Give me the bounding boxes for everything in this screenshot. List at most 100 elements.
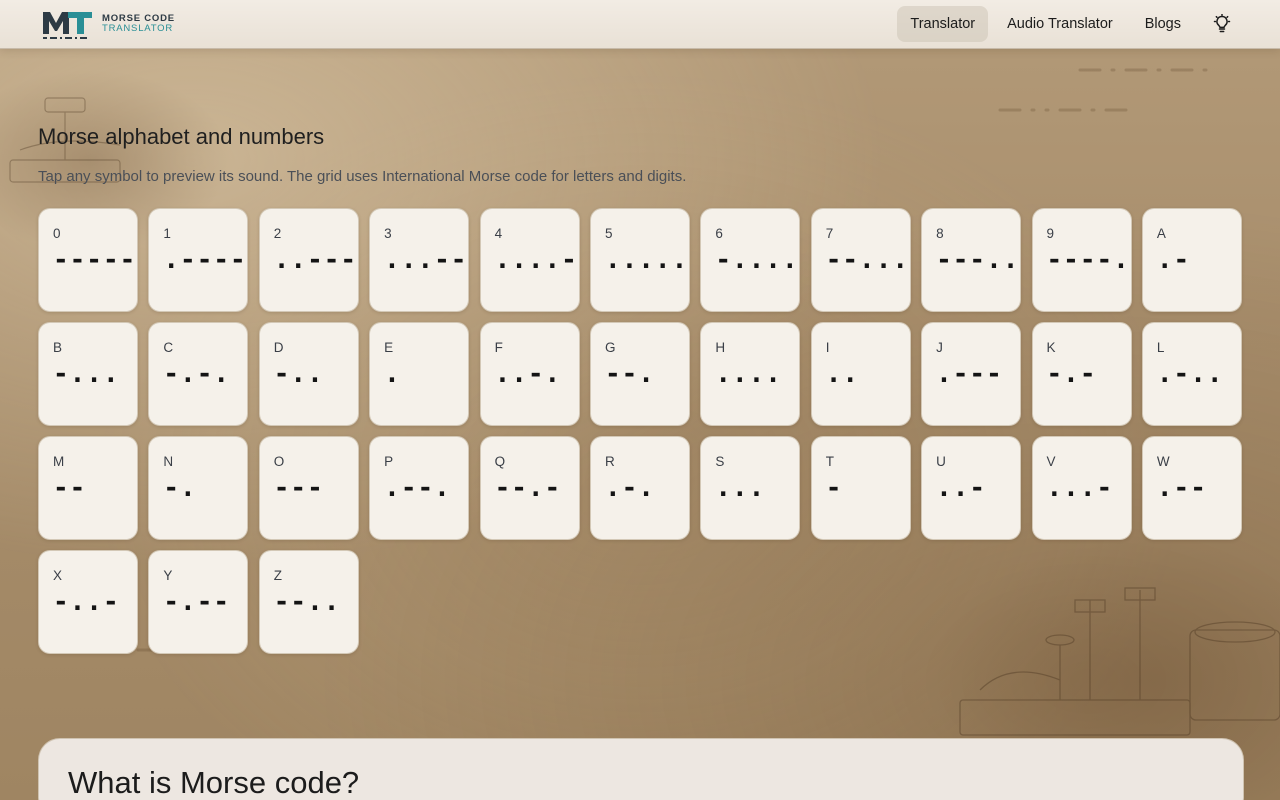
- tile-morse-code: --: [53, 473, 87, 503]
- site-logo[interactable]: MORSE CODE TRANSLATOR: [40, 8, 175, 40]
- tile-character: J: [936, 340, 943, 355]
- morse-tile[interactable]: C -.-.: [148, 322, 249, 426]
- nav-translator[interactable]: Translator: [897, 6, 989, 42]
- tile-morse-code: -.: [163, 473, 197, 503]
- morse-tile[interactable]: 9 ----.: [1031, 208, 1132, 312]
- morse-tile[interactable]: U ..-: [921, 436, 1022, 540]
- lightbulb-icon: [1213, 14, 1231, 33]
- tile-morse-code: --..: [273, 587, 341, 617]
- tile-character: 3: [384, 226, 392, 241]
- morse-tile[interactable]: B -...: [38, 322, 138, 426]
- tile-character: B: [53, 340, 63, 355]
- morse-tile[interactable]: 0 -----: [38, 208, 138, 312]
- tile-character: 4: [494, 226, 503, 241]
- main-nav: Translator Audio Translator Blogs: [897, 6, 1240, 42]
- morse-tile[interactable]: F ..-.: [479, 322, 580, 426]
- morse-tile[interactable]: 8 ---..: [921, 208, 1022, 312]
- morse-tile[interactable]: N -.: [148, 436, 249, 540]
- morse-tile[interactable]: 6 -....: [700, 208, 801, 312]
- tile-character: G: [604, 340, 616, 355]
- morse-tile[interactable]: X -..-: [38, 550, 138, 654]
- tile-morse-code: ....: [715, 359, 782, 389]
- tile-morse-code: .--.: [384, 473, 451, 503]
- section-title: Morse alphabet and numbers: [38, 124, 325, 149]
- morse-tile[interactable]: S...: [700, 436, 801, 540]
- morse-tile[interactable]: I..: [810, 322, 911, 426]
- morse-tile[interactable]: Y -.--: [148, 550, 249, 654]
- section-subtitle: Tap any symbol to preview its sound. The…: [38, 168, 687, 185]
- tile-character: M: [53, 454, 65, 469]
- tile-character: 8: [936, 226, 944, 241]
- tile-character: H: [715, 340, 726, 355]
- tile-morse-code: .....: [604, 245, 689, 275]
- tile-character: U: [936, 454, 946, 469]
- morse-tile[interactable]: 1 .----: [148, 208, 249, 312]
- tile-character: R: [604, 454, 615, 469]
- tile-morse-code: ..-: [936, 473, 987, 503]
- morse-tile[interactable]: L .-..: [1141, 322, 1242, 426]
- tile-morse-code: -----: [53, 245, 137, 275]
- tile-character: 7: [825, 226, 834, 241]
- morse-tile[interactable]: H....: [700, 322, 801, 426]
- morse-tile[interactable]: 2 ..---: [258, 208, 359, 312]
- tile-morse-code: .-..: [1156, 359, 1224, 389]
- tile-morse-code: ---..: [936, 245, 1020, 275]
- logo-wordmark: MORSE CODE TRANSLATOR: [102, 14, 175, 34]
- morse-tile[interactable]: 4 ....-: [479, 208, 580, 312]
- morse-tile[interactable]: W .--: [1141, 436, 1242, 540]
- tile-morse-code: .--: [1156, 473, 1207, 503]
- theme-toggle-button[interactable]: [1204, 6, 1240, 42]
- tile-morse-code: ....-: [494, 245, 578, 275]
- tile-morse-code: -.-: [1046, 359, 1097, 389]
- tile-character: V: [1046, 454, 1056, 469]
- tile-character: 0: [53, 226, 61, 241]
- morse-tile[interactable]: G --.: [589, 322, 690, 426]
- tile-morse-code: --.: [604, 359, 655, 389]
- info-card-title: What is Morse code?: [68, 765, 360, 800]
- tile-character: N: [163, 454, 174, 469]
- morse-tile[interactable]: Q --.-: [479, 436, 580, 540]
- morse-tile[interactable]: D -..: [258, 322, 359, 426]
- morse-tile[interactable]: E.: [369, 322, 470, 426]
- tile-character: W: [1156, 454, 1170, 469]
- tile-morse-code: -...: [53, 359, 120, 389]
- nav-audio-translator[interactable]: Audio Translator: [994, 6, 1126, 42]
- top-navigation-bar: MORSE CODE TRANSLATOR Translator Audio T…: [0, 0, 1280, 49]
- tile-morse-code: ..: [825, 359, 860, 389]
- morse-tile[interactable]: 7 --...: [810, 208, 911, 312]
- tile-morse-code: -.-.: [163, 359, 231, 389]
- tile-character: K: [1046, 340, 1056, 355]
- morse-tile[interactable]: K -.-: [1031, 322, 1132, 426]
- morse-tile[interactable]: O ---: [258, 436, 359, 540]
- morse-symbol-grid: 0 ----- 1 .---- 2 ..--- 3 ...-- 4 ....- 5..... 6 -..…: [38, 208, 1242, 654]
- tile-morse-code: --...: [825, 245, 910, 275]
- morse-tile[interactable]: J .---: [921, 322, 1022, 426]
- morse-tile[interactable]: M --: [38, 436, 138, 540]
- tile-morse-code: -: [825, 473, 843, 503]
- morse-tile[interactable]: Z --..: [258, 550, 359, 654]
- tile-character: D: [273, 340, 284, 355]
- morse-tile[interactable]: T-: [810, 436, 911, 540]
- morse-tile[interactable]: 3 ...--: [369, 208, 470, 312]
- tile-morse-code: ...: [715, 473, 766, 503]
- tile-character: Z: [273, 568, 283, 583]
- nav-blogs[interactable]: Blogs: [1132, 6, 1194, 42]
- tile-character: A: [1156, 226, 1166, 241]
- morse-tile[interactable]: V ...-: [1031, 436, 1132, 540]
- mt-logo-icon: [43, 12, 92, 39]
- tile-morse-code: .: [384, 359, 401, 389]
- tile-character: I: [825, 340, 830, 355]
- tile-character: 5: [604, 226, 613, 241]
- tile-morse-code: ----.: [1046, 245, 1130, 275]
- tile-character: 6: [715, 226, 723, 241]
- morse-tile[interactable]: R .-.: [589, 436, 690, 540]
- tile-morse-code: -....: [715, 245, 799, 275]
- tile-morse-code: -..-: [53, 587, 120, 617]
- morse-tile[interactable]: 5.....: [589, 208, 690, 312]
- morse-tile[interactable]: P .--.: [369, 436, 470, 540]
- morse-tile[interactable]: A .-: [1141, 208, 1242, 312]
- tile-character: L: [1156, 340, 1165, 355]
- tile-morse-code: .---: [936, 359, 1003, 389]
- tile-morse-code: ---: [273, 473, 324, 503]
- tile-morse-code: ...-: [1046, 473, 1114, 503]
